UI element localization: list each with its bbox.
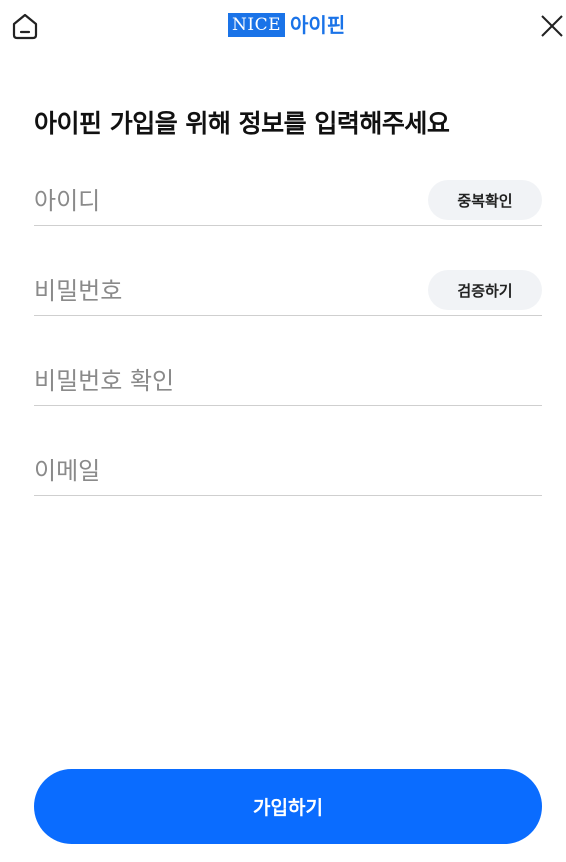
close-icon [541, 15, 563, 37]
page-title: 아이핀 가입을 위해 정보를 입력해주세요 [34, 109, 450, 138]
password-field-row: 검증하기 [34, 268, 542, 316]
id-duplicate-check-button[interactable]: 중복확인 [428, 180, 542, 220]
logo-product: 아이핀 [290, 13, 346, 37]
password-verify-button[interactable]: 검증하기 [428, 270, 542, 310]
signup-page: NICE 아이핀 아이핀 가입을 위해 정보를 입력해주세요 중복확인 검증하기… [0, 0, 566, 862]
password-confirm-field-row [34, 358, 542, 406]
header: NICE 아이핀 [0, 0, 566, 52]
password-confirm-input[interactable] [34, 358, 534, 404]
email-input[interactable] [34, 448, 534, 494]
id-field-row: 중복확인 [34, 178, 542, 226]
logo-brand: NICE [228, 13, 286, 37]
email-field-row [34, 448, 542, 496]
close-button[interactable] [536, 10, 566, 42]
home-icon [12, 13, 38, 40]
signup-button[interactable]: 가입하기 [34, 769, 542, 844]
id-input[interactable] [34, 178, 414, 224]
home-button[interactable] [9, 10, 41, 42]
logo: NICE 아이핀 [228, 12, 345, 38]
password-input[interactable] [34, 268, 414, 314]
